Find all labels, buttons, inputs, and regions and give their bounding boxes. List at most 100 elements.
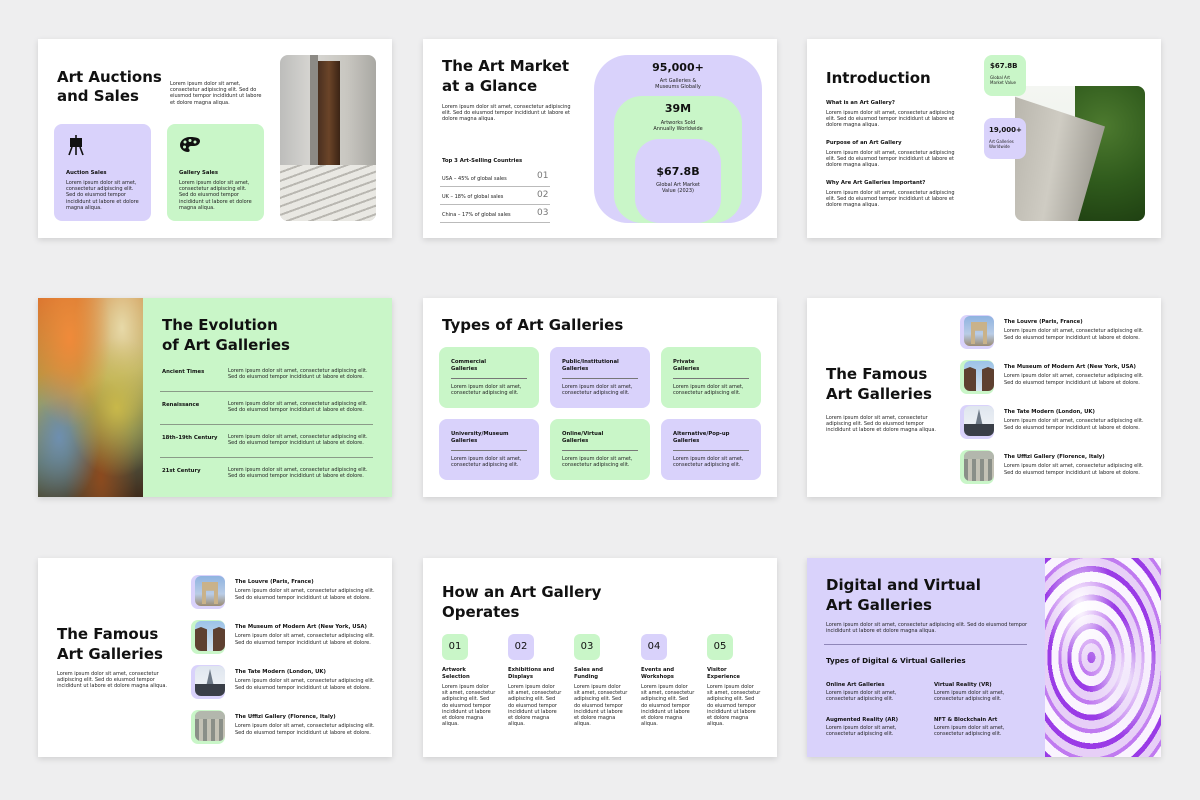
moma-thumbnail	[195, 621, 225, 651]
type-label: Galleries	[451, 438, 478, 444]
slide-title-line1: The Art Market	[442, 57, 570, 75]
step-label: Artwork	[442, 667, 466, 673]
badge-value: 19,000+	[989, 126, 1022, 134]
type-label: Commercial	[451, 359, 487, 365]
question: What is an Art Gallery?	[826, 100, 895, 106]
era-text: Lorem ipsum dolor sit amet, consectetur …	[228, 434, 368, 447]
type-label: Online Art Galleries	[826, 682, 885, 688]
subhead: Types of Digital & Virtual Galleries	[826, 656, 966, 665]
gallery-name: The Tate Modern (London, UK)	[1004, 409, 1095, 415]
slide-title-line2: Art Galleries	[57, 645, 163, 663]
step-badge: 02	[508, 634, 534, 660]
slide-title-line1: Digital and Virtual	[826, 576, 981, 594]
country-row: UK – 18% of global sales	[442, 194, 504, 200]
type-text: Lorem ipsum dolor sit amet, consectetur …	[562, 384, 633, 397]
gallery-name: The Tate Modern (London, UK)	[235, 669, 326, 675]
gallery-name: The Louvre (Paris, France)	[235, 579, 314, 585]
gallery-text: Sed do eiusmod tempor incididunt ut labo…	[1004, 425, 1140, 431]
slide-digital-galleries[interactable]: Digital and Virtual Art Galleries Lorem …	[807, 558, 1161, 757]
era: Renaissance	[162, 402, 200, 408]
slide-title-line1: How an Art Gallery	[442, 583, 602, 601]
gallery-text: Lorem ipsum dolor sit amet, consectetur …	[235, 678, 375, 684]
type-text: Lorem ipsum dolor sit amet, consectetur …	[562, 456, 633, 469]
type-label: Virtual Reality (VR)	[934, 682, 992, 688]
slide-title-line1: The Evolution	[162, 316, 278, 334]
step-text: Lorem ipsum dolor sit amet, consectetur …	[442, 684, 496, 728]
gallery-text: Lorem ipsum dolor sit amet, consectetur …	[1004, 463, 1144, 469]
slide-art-market[interactable]: The Art Market at a Glance Lorem ipsum d…	[423, 39, 777, 238]
palette-icon	[180, 137, 200, 152]
step-number: 01	[448, 641, 462, 652]
type-label: Augmented Reality (AR)	[826, 717, 899, 723]
row-number: 02	[537, 190, 549, 200]
step-text: Lorem ipsum dolor sit amet, consectetur …	[508, 684, 562, 728]
tate-thumbnail	[964, 406, 994, 436]
gallery-text: Sed do eiusmod tempor incididunt ut labo…	[1004, 335, 1140, 341]
type-text: Lorem ipsum dolor sit amet, consectetur …	[451, 384, 522, 397]
step-text: Lorem ipsum dolor sit amet, consectetur …	[574, 684, 628, 728]
slide-introduction[interactable]: Introduction What is an Art Gallery? Lor…	[807, 39, 1161, 238]
gallery-name: The Museum of Modern Art (New York, USA)	[1004, 364, 1136, 370]
slide-title-line2: and Sales	[57, 87, 139, 105]
type-label: Galleries	[673, 366, 700, 372]
uffizi-thumbnail	[195, 711, 225, 741]
step-number: 03	[580, 641, 594, 652]
gallery-text: Sed do eiusmod tempor incididunt ut labo…	[235, 640, 371, 646]
answer: Lorem ipsum dolor sit amet, consectetur …	[826, 190, 955, 209]
gallery-text: Sed do eiusmod tempor incididunt ut labo…	[1004, 380, 1140, 386]
stat-label: Value (2023)	[662, 188, 694, 194]
era-text: Lorem ipsum dolor sit amet, consectetur …	[228, 401, 368, 414]
slide-evolution[interactable]: The Evolution of Art Galleries Ancient T…	[38, 298, 392, 497]
step-label: Events and	[641, 667, 675, 673]
gallery-text: Sed do eiusmod tempor incididunt ut labo…	[235, 595, 371, 601]
step-label: Selection	[442, 674, 470, 680]
step-badge: 04	[641, 634, 667, 660]
type-card: Private Galleries Lorem ipsum dolor sit …	[661, 347, 761, 408]
type-text: Lorem ipsum dolor sit amet, consectetur …	[451, 456, 522, 469]
slide-intro: Lorem ipsum dolor sit amet, consectetur …	[57, 671, 168, 690]
step-label: Exhibitions and	[508, 667, 555, 673]
country-row: China – 17% of global sales	[442, 212, 511, 218]
type-label: Galleries	[562, 366, 589, 372]
row-number: 01	[537, 171, 549, 181]
step-label: Experience	[707, 674, 740, 680]
gallery-text: Lorem ipsum dolor sit amet, consectetur …	[1004, 418, 1144, 424]
type-label: NFT & Blockchain Art	[934, 717, 998, 723]
type-label: Private	[673, 359, 695, 365]
slide-famous-galleries-alt[interactable]: The Famous Art Galleries Lorem ipsum dol…	[38, 558, 392, 757]
slide-intro: Lorem ipsum dolor sit amet, consectetur …	[826, 622, 1028, 635]
gallery-text: Sed do eiusmod tempor incididunt ut labo…	[1004, 470, 1140, 476]
stat-label: Annually Worldwide	[653, 126, 703, 132]
type-label: Public/Institutional	[562, 359, 619, 365]
slide-intro: Lorem ipsum dolor sit amet, consectetur …	[442, 104, 571, 123]
louvre-thumbnail	[964, 316, 994, 346]
step-label: Workshops	[641, 674, 674, 680]
gallery-text: Sed do eiusmod tempor incididunt ut labo…	[235, 685, 371, 691]
stat-value: $67.8B	[656, 165, 700, 178]
slide-gallery-operations[interactable]: How an Art Gallery Operates 01 Artwork S…	[423, 558, 777, 757]
slide-title-line1: The Famous	[826, 365, 928, 383]
type-label: Galleries	[562, 438, 589, 444]
step-label: Funding	[574, 674, 599, 680]
type-text: Lorem ipsum dolor sit amet, consectetur …	[826, 725, 897, 738]
slide-famous-galleries[interactable]: The Famous Art Galleries Lorem ipsum dol…	[807, 298, 1161, 497]
card-auction-sales: Auction Sales Lorem ipsum dolor sit amet…	[54, 124, 151, 221]
type-text: Lorem ipsum dolor sit amet, consectetur …	[826, 690, 897, 703]
country-row: USA – 45% of global sales	[442, 176, 507, 182]
card-label: Auction Sales	[66, 170, 107, 176]
row-number: 03	[537, 208, 549, 218]
gallery-text: Lorem ipsum dolor sit amet, consectetur …	[235, 588, 375, 594]
era: 18th–19th Century	[162, 435, 218, 441]
louvre-thumbnail	[195, 576, 225, 606]
era-text: Lorem ipsum dolor sit amet, consectetur …	[228, 467, 368, 480]
type-card: Online/Virtual Galleries Lorem ipsum dol…	[550, 419, 650, 480]
slide-gallery-types[interactable]: Types of Art Galleries Commercial Galler…	[423, 298, 777, 497]
stat-label: Museums Globally	[655, 84, 701, 90]
step-number: 05	[713, 641, 727, 652]
slide-title-line2: Operates	[442, 603, 520, 621]
gallery-text: Lorem ipsum dolor sit amet, consectetur …	[235, 633, 375, 639]
slide-title-line1: Art Auctions	[57, 68, 162, 86]
slide-art-auctions[interactable]: Art Auctions and Sales Lorem ipsum dolor…	[38, 39, 392, 238]
gallery-text: Sed do eiusmod tempor incididunt ut labo…	[235, 730, 371, 736]
stat-value: 95,000+	[652, 61, 704, 74]
